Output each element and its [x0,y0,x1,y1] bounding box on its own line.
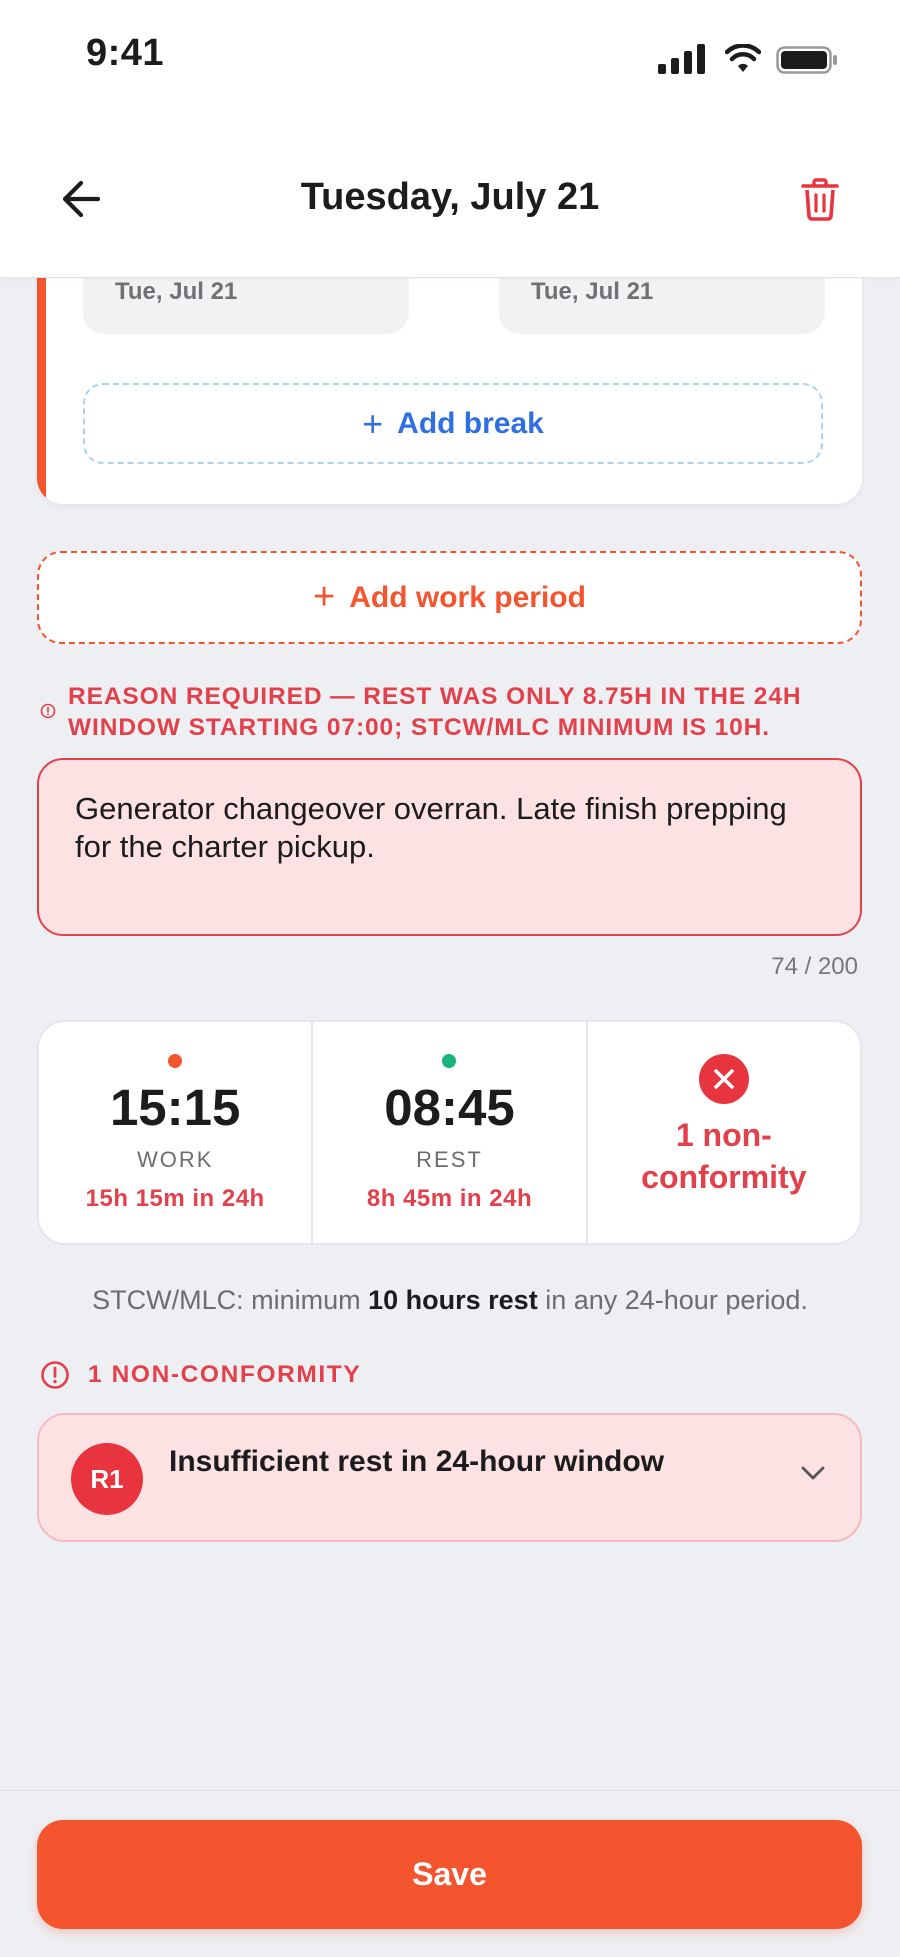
alert-circle-icon [41,1361,69,1389]
alert-circle-icon [40,703,56,719]
chevron-down-icon [801,1466,825,1480]
add-break-label: Add break [397,406,544,440]
rule-prefix: STCW/MLC: minimum [92,1285,369,1315]
nonconformity-item[interactable]: R1 Insufficient rest in 24-hour window [37,1413,862,1542]
rest-label: REST [416,1147,483,1172]
reason-value: Generator changeover overran. Late finis… [75,791,787,864]
character-counter: 74 / 200 [771,953,858,980]
trash-icon [801,178,839,221]
reason-warning-text: Reason required — rest was only 8.75h in… [68,683,802,741]
add-work-period-button[interactable]: + Add work period [37,551,862,644]
nonconformity-title: Insufficient rest in 24-hour window [169,1445,665,1478]
rest-sub: 8h 45m in 24h [366,1185,533,1212]
cellular-signal-icon [658,44,705,74]
page-title: Tuesday, July 21 [300,176,600,218]
reason-textarea[interactable]: Generator changeover overran. Late finis… [37,758,862,936]
work-stat: 15:15 WORK 15h 15m in 24h [39,1022,314,1243]
plus-icon: + [362,402,384,444]
start-date-value: Tue, Jul 21 [115,278,238,305]
nonconformity-count: 1 non- conformity [588,1114,860,1198]
status-bar: 9:41 [0,0,900,130]
nonconformity-stat: 1 non- conformity [588,1022,860,1243]
x-icon [714,1069,734,1089]
rest-value: 08:45 [384,1079,515,1136]
navigation-bar: Tuesday, July 21 [0,130,900,278]
work-value: 15:15 [109,1079,241,1136]
nonconformity-header-text: 1 NON-CONFORMITY [88,1361,362,1388]
battery-icon [776,46,837,74]
nonconformity-section-header: 1 NON-CONFORMITY [40,1358,361,1392]
x-circle-icon [698,1054,749,1104]
wifi-icon [725,44,761,72]
work-dot [168,1054,183,1068]
rule-suffix: in any 24-hour period. [537,1285,808,1315]
add-work-period-label: Add work period [349,580,586,614]
rule-text: STCW/MLC: minimum 10 hours rest in any 2… [0,1285,900,1316]
footer-divider [0,1790,900,1791]
summary-stats: 15:15 WORK 15h 15m in 24h 08:45 REST 8h … [37,1020,862,1245]
rest-dot [442,1054,457,1068]
work-sub: 15h 15m in 24h [85,1185,265,1212]
end-date-value: Tue, Jul 21 [531,278,654,305]
nonconformity-line1: 1 non- [675,1117,772,1153]
add-break-button[interactable]: + Add break [83,383,823,464]
work-label: WORK [136,1147,214,1172]
status-time: 9:41 [86,32,165,74]
rest-stat: 08:45 REST 8h 45m in 24h [313,1022,588,1243]
nonconformity-line2: conformity [641,1159,807,1195]
delete-button[interactable] [797,174,843,224]
save-button[interactable]: Save [37,1820,862,1929]
plus-icon: + [313,576,336,618]
rule-bold: 10 hours rest [368,1285,538,1315]
rule-code-badge: R1 [71,1443,143,1515]
